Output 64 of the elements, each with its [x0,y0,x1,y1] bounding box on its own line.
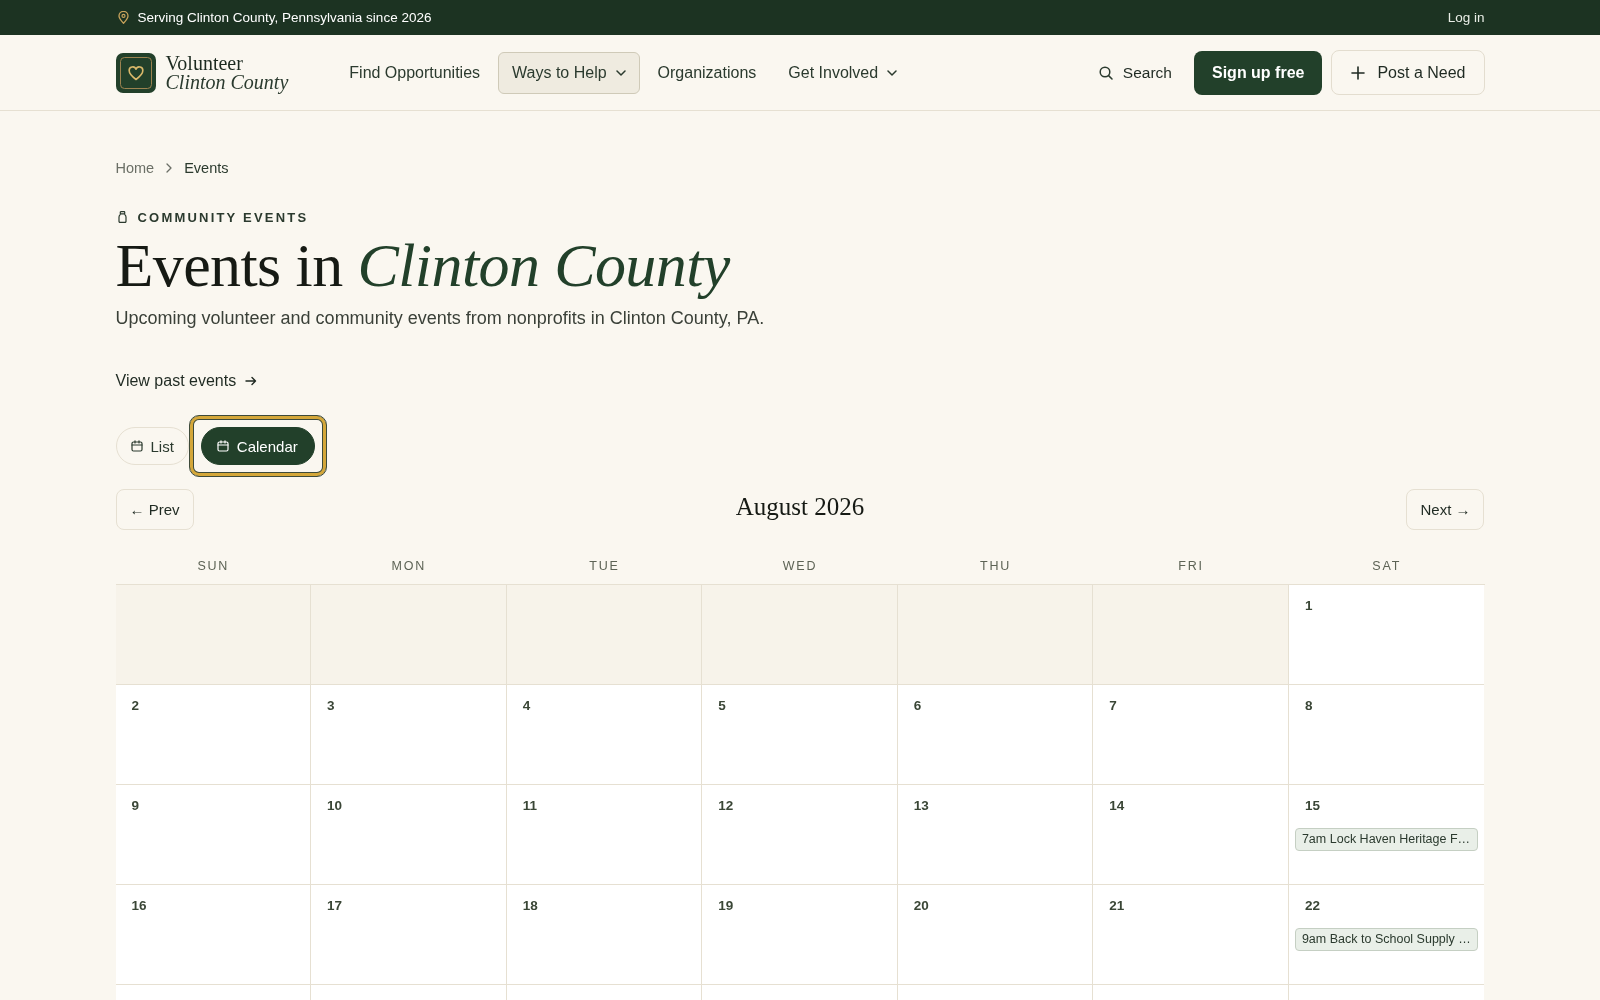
arrow-right-icon [245,376,258,386]
day-number: 22 [1304,898,1320,914]
weekday-label: TUE [589,558,620,573]
calendar-icon [216,440,229,452]
day-number: 9 [131,798,139,814]
past-events-link[interactable]: View past events [115,370,258,392]
weekday-label: WED [782,558,818,573]
logo-subtitle: Clinton County [165,72,289,92]
nav-item[interactable]: Find Opportunities [335,51,495,94]
pin-icon [117,11,129,24]
day-number: 5 [718,698,726,714]
month-title: August 2026 [735,492,865,521]
logo-title: Volunteer [165,53,244,73]
weekday-label: FRI [1178,558,1204,573]
post-need-button[interactable]: Post a Need [1331,50,1485,95]
login-link[interactable]: Log in [1447,10,1485,25]
calendar-icon [130,440,143,452]
day-number: 12 [718,798,734,814]
day-number: 20 [913,898,929,914]
day-number: 13 [913,798,929,814]
day-number: 11 [522,798,537,814]
day-number: 8 [1304,698,1313,714]
event-chip[interactable]: 9am Back to School Supply … [1294,928,1479,951]
location-text: Serving Clinton County, Pennsylvania since 2026 [137,10,432,25]
search-button[interactable]: Search [1092,63,1178,82]
weekday-label: SAT [1372,558,1402,573]
day-number: 17 [327,898,343,914]
signup-button[interactable]: Sign up free [1194,50,1323,95]
nav-item[interactable]: Organizations [643,51,771,94]
chevron-right-icon [166,163,173,173]
view-tab[interactable]: Calendar [200,427,315,465]
jar-icon [117,211,127,223]
prev-button[interactable]: ← Prev [115,489,194,530]
breadcrumb-current: Events [184,160,229,176]
day-number: 19 [718,898,734,914]
day-number: 3 [327,698,335,714]
page-title: Events in Clinton County [115,230,732,300]
day-number: 16 [131,898,147,914]
day-number: 6 [913,698,922,714]
breadcrumb-link[interactable]: Home [115,160,155,176]
chevron-down-icon [615,69,626,76]
view-tab[interactable]: List [115,427,189,465]
day-number: 7 [1109,698,1117,714]
weekday-label: THU [980,558,1012,573]
day-number: 10 [327,798,343,814]
nav-item[interactable]: Ways to Help [498,51,640,94]
eyebrow-label: COMMUNITY EVENTS [137,209,309,225]
event-chip[interactable]: 7am Lock Haven Heritage F… [1294,828,1479,851]
next-button[interactable]: Next → [1406,489,1485,530]
day-number: 21 [1109,898,1125,914]
weekday-label: MON [391,558,427,573]
day-number: 2 [131,698,139,714]
plus-icon [1351,65,1366,80]
page-subtitle: Upcoming volunteer and community events from nonprofits in Clinton County, PA. [115,307,766,330]
day-number: 14 [1109,798,1125,814]
day-number: 1 [1304,598,1313,614]
weekday-label: SUN [197,558,230,573]
nav-item[interactable]: Get Involved [774,51,912,94]
day-number: 18 [522,898,538,914]
chevron-down-icon [887,69,898,76]
day-number: 4 [522,698,531,714]
search-icon [1098,65,1113,80]
day-number: 15 [1304,798,1320,814]
heart-logo-icon [115,52,156,93]
